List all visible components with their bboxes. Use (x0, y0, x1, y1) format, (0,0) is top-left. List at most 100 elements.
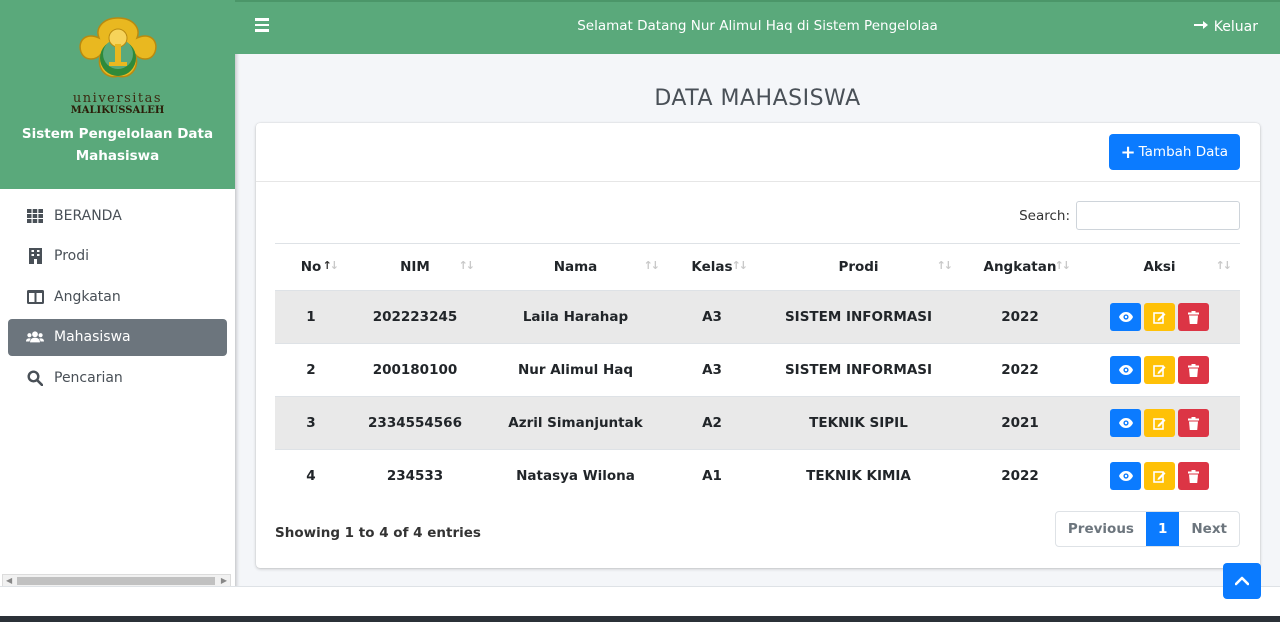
scroll-right-arrow-icon[interactable]: ▶ (221, 576, 227, 585)
column-header-nim[interactable]: NIM ↑↓ (347, 243, 483, 291)
sort-icon: ↑↓ (1054, 259, 1072, 272)
data-card: + Tambah Data Search: No ↑↓ NIM ↑↓ Nama ↑↓ … (256, 123, 1260, 568)
page-1-button[interactable]: 1 (1145, 512, 1180, 546)
search-label: Search: (1019, 207, 1070, 224)
cell-angkatan: 2022 (961, 449, 1079, 503)
view-button[interactable] (1110, 356, 1141, 384)
view-button[interactable] (1110, 462, 1141, 491)
cell-prodi: TEKNIK KIMIA (756, 449, 961, 503)
sidebar-item-label: Mahasiswa (54, 329, 131, 345)
delete-button[interactable] (1178, 356, 1209, 384)
sidebar-item-mahasiswa[interactable]: Mahasiswa (8, 318, 227, 356)
previous-page-button[interactable]: Previous (1056, 512, 1146, 546)
cell-kelas: A3 (668, 343, 756, 397)
sidebar-item-angkatan[interactable]: Angkatan (8, 278, 227, 315)
table-row: 1 202223245 Laila Harahap A3 SISTEM INFO… (275, 290, 1240, 344)
header-label: Angkatan (983, 259, 1057, 275)
column-header-nama[interactable]: Nama ↑↓ (483, 243, 668, 291)
table-info: Showing 1 to 4 of 4 entries (275, 525, 481, 541)
edit-button[interactable] (1144, 409, 1175, 437)
sidebar-item-label: BERANDA (54, 207, 122, 224)
sidebar-item-prodi[interactable]: Prodi (8, 238, 227, 275)
header-label: No (300, 259, 322, 275)
columns-icon (26, 288, 44, 306)
cell-no: 1 (275, 290, 347, 344)
table-row: 4 234533 Natasya Wilona A1 TEKNIK KIMIA … (275, 449, 1240, 503)
edit-icon (1153, 311, 1166, 324)
search-row: Search: (1019, 201, 1240, 230)
cell-angkatan: 2021 (961, 396, 1079, 450)
column-header-no[interactable]: No ↑↓ (275, 243, 347, 291)
column-header-prodi[interactable]: Prodi ↑↓ (756, 243, 961, 291)
sidebar-item-pencarian[interactable]: Pencarian (8, 359, 227, 396)
cell-kelas: A3 (668, 290, 756, 344)
cell-aksi (1079, 449, 1240, 503)
cell-aksi (1079, 343, 1240, 397)
footer (0, 586, 1280, 616)
header-label: Nama (553, 259, 598, 275)
delete-button[interactable] (1178, 303, 1209, 331)
column-header-aksi[interactable]: Aksi ↑↓ (1079, 243, 1240, 291)
trash-icon (1188, 416, 1199, 430)
cell-aksi (1079, 396, 1240, 450)
search-input[interactable] (1076, 201, 1240, 230)
edit-icon (1153, 470, 1166, 483)
cell-prodi: SISTEM INFORMASI (756, 343, 961, 397)
logout-button[interactable]: Keluar (1193, 19, 1258, 35)
cell-nama: Nur Alimul Haq (483, 343, 668, 397)
page-title: DATA MAHASISWA (654, 86, 861, 111)
trash-icon (1188, 469, 1199, 483)
table-row: 2 200180100 Nur Alimul Haq A3 SISTEM INF… (275, 343, 1240, 397)
column-header-kelas[interactable]: Kelas ↑↓ (668, 243, 756, 291)
logo-text-malikussaleh: MALIKUSSALEH (70, 105, 165, 116)
table-header-row: No ↑↓ NIM ↑↓ Nama ↑↓ Kelas ↑↓ Prodi ↑↓ Angkat… (275, 243, 1240, 291)
back-to-top-button[interactable] (1223, 563, 1261, 599)
eye-icon (1118, 418, 1133, 428)
header-label: Prodi (838, 259, 879, 275)
eye-icon (1118, 312, 1133, 322)
scrollbar-thumb[interactable] (17, 577, 215, 585)
delete-button[interactable] (1178, 462, 1209, 491)
delete-button[interactable] (1178, 409, 1209, 437)
edit-button[interactable] (1144, 356, 1175, 384)
add-data-label: Tambah Data (1138, 144, 1228, 160)
cell-no: 2 (275, 343, 347, 397)
view-button[interactable] (1110, 409, 1141, 437)
cell-no: 4 (275, 449, 347, 503)
edit-button[interactable] (1144, 462, 1175, 491)
cell-aksi (1079, 290, 1240, 344)
cell-nama: Azril Simanjuntak (483, 396, 668, 450)
column-header-angkatan[interactable]: Angkatan ↑↓ (961, 243, 1079, 291)
header-label: NIM (400, 259, 430, 275)
cell-nama: Natasya Wilona (483, 449, 668, 503)
welcome-text: Selamat Datang Nur Alimul Haq di Sistem … (577, 18, 938, 34)
view-button[interactable] (1110, 303, 1141, 331)
students-table: No ↑↓ NIM ↑↓ Nama ↑↓ Kelas ↑↓ Prodi ↑↓ Angkat… (275, 243, 1240, 503)
logout-label: Keluar (1213, 19, 1258, 35)
cell-angkatan: 2022 (961, 343, 1079, 397)
sort-icon: ↑↓ (936, 259, 954, 272)
card-header: + Tambah Data (256, 123, 1260, 182)
trash-icon (1188, 363, 1199, 377)
plus-icon: + (1120, 141, 1136, 163)
sort-asc-icon: ↑↓ (322, 259, 340, 272)
cell-kelas: A1 (668, 449, 756, 503)
sort-icon: ↑↓ (1215, 259, 1233, 272)
next-page-button[interactable]: Next (1179, 512, 1239, 546)
sidebar-item-label: Prodi (54, 248, 89, 264)
scroll-left-arrow-icon[interactable]: ◀ (6, 576, 12, 585)
edit-icon (1153, 364, 1166, 377)
university-logo (73, 14, 163, 96)
edit-button[interactable] (1144, 303, 1175, 331)
taskbar-strip (0, 616, 1280, 622)
chevron-up-icon (1235, 576, 1249, 586)
pagination: Previous 1 Next (1054, 511, 1240, 547)
sort-icon: ↑↓ (731, 259, 749, 272)
building-icon (26, 247, 44, 265)
sidebar-item-label: Pencarian (54, 369, 123, 386)
sidebar-item-beranda[interactable]: BERANDA (8, 197, 227, 234)
sidebar: universitas MALIKUSSALEH Sistem Pengelol… (0, 0, 235, 590)
grid-icon (26, 207, 44, 225)
cell-nama: Laila Harahap (483, 290, 668, 344)
add-data-button[interactable]: + Tambah Data (1108, 134, 1240, 170)
